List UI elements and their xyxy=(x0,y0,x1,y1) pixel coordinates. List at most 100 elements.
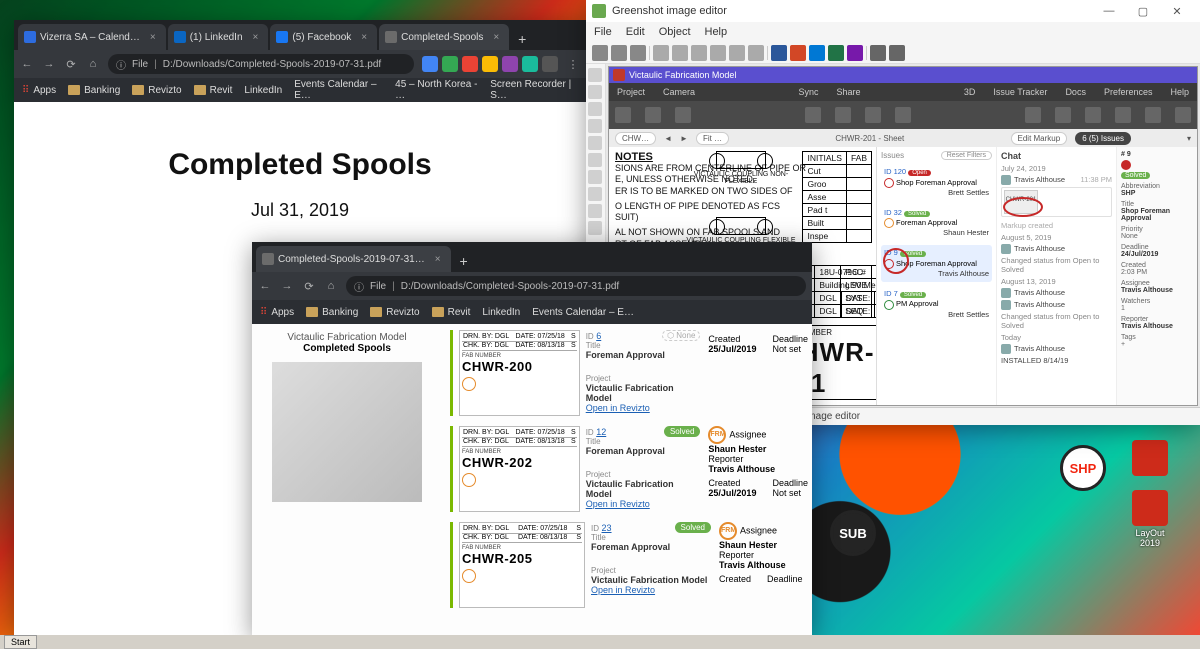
bookmark[interactable]: Events Calendar – E… xyxy=(532,307,634,318)
apps-button[interactable]: ⠿Apps xyxy=(22,85,56,96)
issues-count-chip[interactable]: 6 (5) Issues xyxy=(1075,132,1131,145)
minimize-button[interactable]: — xyxy=(1092,0,1126,22)
word-icon[interactable] xyxy=(771,45,787,61)
bookmark[interactable]: Revizto xyxy=(370,307,419,318)
bookmark[interactable]: LinkedIn xyxy=(482,307,520,318)
line-tool[interactable] xyxy=(588,119,602,133)
blur-tool[interactable] xyxy=(588,187,602,201)
rvz-tool-icon[interactable] xyxy=(835,107,851,123)
tab-vizerra[interactable]: Vizerra SA – Calend…× xyxy=(18,24,166,50)
ellipse-tool[interactable] xyxy=(588,102,602,116)
arrow-tool[interactable] xyxy=(588,136,602,150)
close-icon[interactable]: × xyxy=(150,32,156,43)
text-tool[interactable] xyxy=(588,153,602,167)
edit-markup-button[interactable]: Edit Markup xyxy=(1011,132,1068,145)
tab-completed-spools[interactable]: Completed-Spools-2019-07-31…× xyxy=(256,246,451,272)
reload-icon[interactable]: ⟳ xyxy=(64,58,78,71)
nav-next-icon[interactable]: ► xyxy=(680,134,688,143)
help-icon[interactable] xyxy=(889,45,905,61)
rvz-tool-icon[interactable] xyxy=(1175,107,1191,123)
tool-icon[interactable] xyxy=(691,45,707,61)
tool-icon[interactable] xyxy=(710,45,726,61)
ext-icon[interactable] xyxy=(462,56,478,72)
home-icon[interactable]: ⌂ xyxy=(324,280,338,292)
tab-completed-spools[interactable]: Completed-Spools× xyxy=(379,24,509,50)
taskbar[interactable]: Start xyxy=(0,635,1200,649)
rvz-tool-icon[interactable] xyxy=(1025,107,1041,123)
issue-item[interactable]: ID 120 OpenShop Foreman ApprovalBrett Se… xyxy=(881,164,992,201)
rect-tool[interactable] xyxy=(588,85,602,99)
home-icon[interactable]: ⌂ xyxy=(86,58,100,70)
new-tab-button[interactable]: + xyxy=(453,250,475,272)
close-icon[interactable]: × xyxy=(253,32,259,43)
tool-icon[interactable] xyxy=(748,45,764,61)
chip[interactable]: Fit … xyxy=(696,132,729,145)
outlook-icon[interactable] xyxy=(809,45,825,61)
menu-icon[interactable]: ⋮ xyxy=(566,58,580,71)
ext-icon[interactable] xyxy=(542,56,558,72)
chip[interactable]: CHW… xyxy=(615,132,656,145)
titlebar[interactable]: Greenshot image editor — ▢ ✕ xyxy=(586,0,1200,22)
omnibox[interactable]: ⓘ File| D:/Downloads/Completed-Spools-20… xyxy=(346,276,806,296)
close-icon[interactable]: × xyxy=(493,32,499,43)
bookmark[interactable]: Revit xyxy=(432,307,471,318)
rvz-tool-icon[interactable] xyxy=(865,107,881,123)
highlight-tool[interactable] xyxy=(588,170,602,184)
issue-id-link[interactable]: 6 xyxy=(596,331,601,341)
filter-icon[interactable]: ▾ xyxy=(1187,134,1191,143)
bookmark[interactable]: LinkedIn xyxy=(244,85,282,96)
bookmark[interactable]: Revizto xyxy=(132,85,181,96)
desktop-icon-layout[interactable] xyxy=(1132,490,1168,526)
menu-help[interactable]: Help xyxy=(705,26,728,38)
menu-object[interactable]: Object xyxy=(659,26,691,38)
tool-icon[interactable] xyxy=(672,45,688,61)
close-icon[interactable]: × xyxy=(435,254,441,265)
bookmark[interactable]: 45 – North Korea - … xyxy=(395,79,478,101)
start-button[interactable]: Start xyxy=(4,635,37,649)
reset-filters-button[interactable]: Reset Filters xyxy=(941,151,992,160)
issue-item[interactable]: ID 32 SolvedForeman ApprovalShaun Hester xyxy=(881,205,992,242)
apps-button[interactable]: ⠿Apps xyxy=(260,307,294,318)
rvz-tool-icon[interactable] xyxy=(895,107,911,123)
issue-id-link[interactable]: 23 xyxy=(602,523,612,533)
rvz-tool-icon[interactable] xyxy=(615,107,631,123)
open-in-revizto-link[interactable]: Open in Revizto xyxy=(586,403,650,413)
print-icon[interactable] xyxy=(630,45,646,61)
ext-icon[interactable] xyxy=(522,56,538,72)
crop-tool[interactable] xyxy=(588,204,602,218)
onenote-icon[interactable] xyxy=(847,45,863,61)
forward-icon[interactable]: → xyxy=(280,280,294,292)
issue-item[interactable]: ID 7 SolvedPM ApprovalBrett Settles xyxy=(881,286,992,323)
close-icon[interactable]: × xyxy=(361,32,367,43)
rvz-tool-icon[interactable] xyxy=(1145,107,1161,123)
nav-prev-icon[interactable]: ◄ xyxy=(664,134,672,143)
tool-icon[interactable] xyxy=(653,45,669,61)
clipboard-icon[interactable] xyxy=(611,45,627,61)
open-in-revizto-link[interactable]: Open in Revizto xyxy=(586,499,650,509)
issue-id-link[interactable]: 12 xyxy=(596,427,606,437)
ext-icon[interactable] xyxy=(502,56,518,72)
settings-icon[interactable] xyxy=(870,45,886,61)
powerpoint-icon[interactable] xyxy=(790,45,806,61)
tab-facebook[interactable]: (5) Facebook× xyxy=(270,24,377,50)
save-icon[interactable] xyxy=(592,45,608,61)
back-icon[interactable]: ← xyxy=(20,58,34,70)
bookmark[interactable]: Screen Recorder | S… xyxy=(490,79,578,101)
select-tool[interactable] xyxy=(588,68,602,82)
counter-tool[interactable] xyxy=(588,221,602,235)
reload-icon[interactable]: ⟳ xyxy=(302,280,316,293)
back-icon[interactable]: ← xyxy=(258,280,272,292)
maximize-button[interactable]: ▢ xyxy=(1126,0,1160,22)
rvz-tool-icon[interactable] xyxy=(1085,107,1101,123)
rvz-tool-icon[interactable] xyxy=(1115,107,1131,123)
bookmark[interactable]: Banking xyxy=(68,85,120,96)
desktop-icon[interactable] xyxy=(1132,440,1168,476)
tab-linkedin[interactable]: (1) LinkedIn× xyxy=(168,24,269,50)
close-button[interactable]: ✕ xyxy=(1160,0,1194,22)
tool-icon[interactable] xyxy=(729,45,745,61)
bookmark[interactable]: Events Calendar – E… xyxy=(294,79,383,101)
bookmark[interactable]: Banking xyxy=(306,307,358,318)
rvz-tool-icon[interactable] xyxy=(805,107,821,123)
omnibox[interactable]: ⓘ File | D:/Downloads/Completed-Spools-2… xyxy=(108,54,414,74)
rvz-tool-icon[interactable] xyxy=(675,107,691,123)
